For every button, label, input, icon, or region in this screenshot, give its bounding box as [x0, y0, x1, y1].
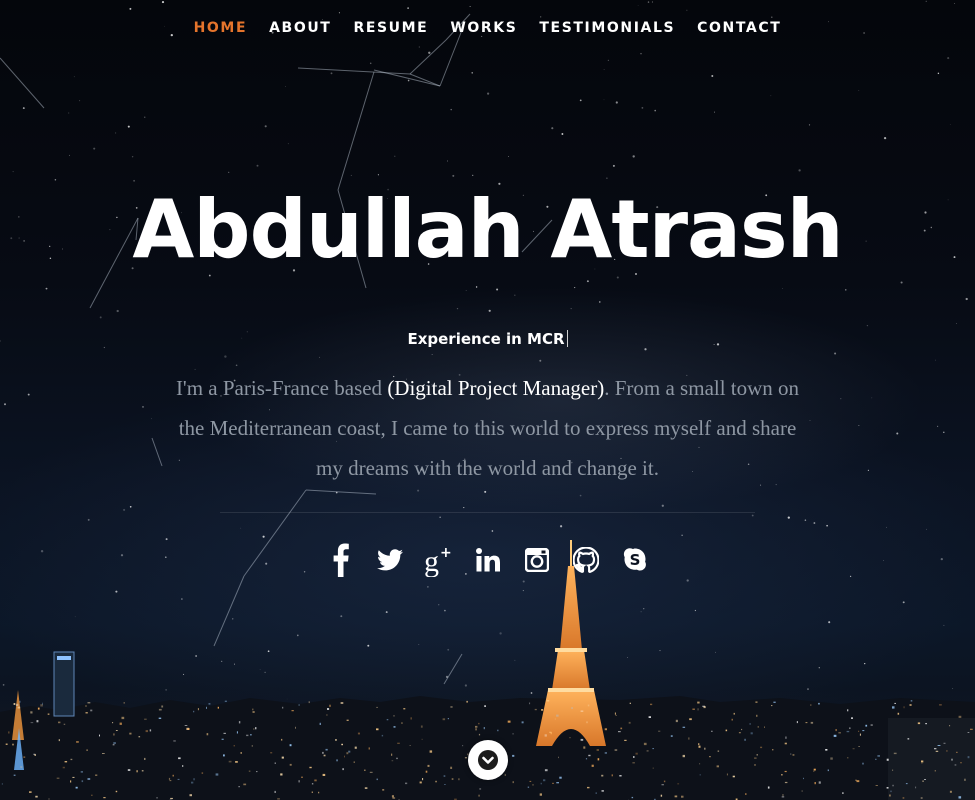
twitter-link[interactable] — [372, 540, 408, 580]
hero-bio: I'm a Paris-France based (Digital Projec… — [170, 368, 805, 488]
facebook-link[interactable] — [323, 540, 359, 580]
linkedin-icon — [475, 548, 500, 572]
nav-item-home[interactable]: HOME — [183, 18, 259, 38]
nav-item-resume[interactable]: RESUME — [342, 18, 439, 38]
skype-icon: S — [623, 548, 646, 571]
typing-cursor — [566, 330, 568, 347]
bio-text-start: I'm a Paris-France based — [175, 376, 388, 400]
hero-section: HOME ABOUT RESUME WORKS TESTIMONIALS CONTACT … — [0, 0, 975, 800]
google-plus-link[interactable]: g + — [421, 540, 457, 580]
scroll-down-button[interactable] — [468, 740, 508, 780]
instagram-icon — [524, 548, 549, 572]
main-nav: HOME ABOUT RESUME WORKS TESTIMONIALS CONTACT — [0, 18, 975, 38]
instagram-link[interactable] — [519, 540, 555, 580]
nav-item-testimonials[interactable]: TESTIMONIALS — [528, 18, 686, 38]
svg-text:g: g — [424, 545, 439, 577]
svg-text:S: S — [629, 551, 640, 569]
facebook-icon — [333, 543, 349, 577]
google-plus-icon: g + — [424, 545, 452, 577]
social-links: g + S — [0, 540, 975, 580]
nav-item-works[interactable]: WORKS — [439, 18, 528, 38]
typed-text: Experience in MCR — [407, 330, 565, 348]
linkedin-link[interactable] — [470, 540, 506, 580]
bio-job-title: (Digital Project Manager) — [387, 376, 605, 400]
hero-subtitle: Experience in MCR — [0, 330, 975, 348]
skype-link[interactable]: S — [617, 540, 653, 580]
nav-item-contact[interactable]: CONTACT — [686, 18, 792, 38]
chevron-down-icon — [478, 750, 498, 770]
twitter-icon — [376, 549, 403, 571]
github-icon — [572, 547, 599, 573]
svg-text:+: + — [440, 545, 452, 561]
divider — [220, 512, 755, 513]
nav-item-about[interactable]: ABOUT — [258, 18, 342, 38]
github-link[interactable] — [568, 540, 604, 580]
hero-name: Abdullah Atrash — [132, 183, 843, 276]
